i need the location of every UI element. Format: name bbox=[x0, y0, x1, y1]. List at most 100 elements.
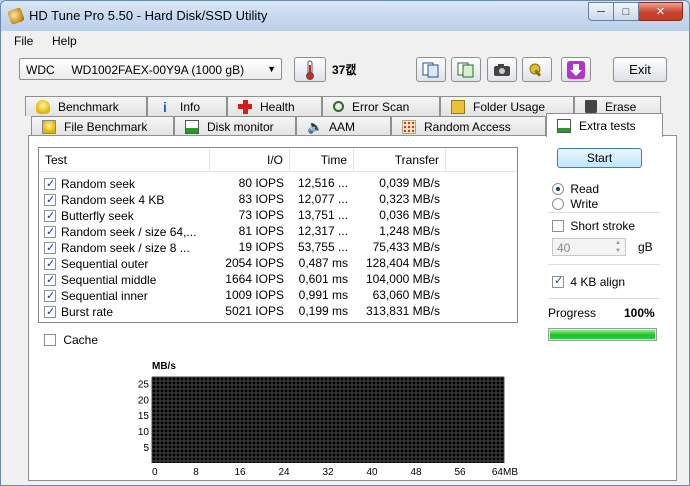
cell-test: Random seek bbox=[39, 175, 210, 191]
row-checkbox[interactable] bbox=[44, 304, 56, 319]
tab-benchmark[interactable]: Benchmark bbox=[25, 96, 147, 116]
spin-up-icon[interactable]: ▲ bbox=[612, 240, 624, 247]
row-checkbox[interactable] bbox=[44, 272, 56, 287]
chart-y-tick-label: 5 bbox=[143, 443, 149, 454]
row-checkbox[interactable] bbox=[44, 240, 56, 255]
cache-label: Cache bbox=[63, 332, 99, 347]
table-row[interactable]: Burst rate 5021 IOPS 0,199 ms 313,831 MB/s bbox=[39, 303, 517, 319]
table-row[interactable]: Sequential outer 2054 IOPS 0,487 ms 128,404… bbox=[39, 255, 517, 271]
tab-error-scan[interactable]: Error Scan bbox=[322, 96, 440, 116]
start-button[interactable]: Start bbox=[557, 148, 642, 168]
maximize-button[interactable]: □ bbox=[614, 2, 639, 21]
lightbulb-icon bbox=[36, 99, 50, 114]
tab-aam[interactable]: 🔈 AAM bbox=[296, 116, 391, 136]
transfer-chart: MB/s 25 20 15 10 5 0 8 16 24 32 40 48 56 64MB bbox=[124, 359, 524, 481]
table-row[interactable]: Sequential middle 1664 IOPS 0,601 ms 104,00… bbox=[39, 271, 517, 287]
temperature-button[interactable] bbox=[294, 57, 326, 82]
cell-test: Random seek / size 64,... bbox=[39, 223, 210, 239]
cell-io: 73 IOPS bbox=[238, 208, 284, 222]
cell-time: 12,516 ... bbox=[297, 176, 348, 190]
short-stroke-size-value: 40 bbox=[557, 241, 571, 255]
column-header-time[interactable]: Time bbox=[290, 148, 354, 172]
test-name: Sequential middle bbox=[61, 272, 157, 287]
column-header-io[interactable]: I/O bbox=[210, 148, 290, 172]
row-checkbox[interactable] bbox=[44, 256, 56, 271]
cell-transfer: 0,323 MB/s bbox=[379, 192, 440, 206]
drive-select-value: WDC WD1002FAEX-00Y9A (1000 gB) bbox=[26, 63, 245, 77]
download-arrow-icon bbox=[567, 60, 585, 79]
read-radio-dot[interactable] bbox=[552, 182, 564, 195]
table-row[interactable]: Random seek / size 64,... 81 IOPS 12,317 .… bbox=[39, 223, 517, 239]
options-button[interactable] bbox=[522, 57, 552, 82]
table-row[interactable]: Random seek / size 8 ... 19 IOPS 53,755 ..… bbox=[39, 239, 517, 255]
tab-health[interactable]: Health bbox=[227, 96, 322, 116]
cell-transfer: 128,404 MB/s bbox=[365, 256, 440, 270]
chart-x-tick-label: 16 bbox=[234, 467, 246, 478]
transfer-chart-svg: MB/s25 20 15 10 5 0 8 16 24 32 40 48 56 64MB bbox=[138, 361, 518, 478]
tab-aam-label: AAM bbox=[329, 119, 356, 134]
dots-grid-icon bbox=[402, 119, 416, 134]
tab-benchmark-label: Benchmark bbox=[58, 99, 119, 114]
tab-extra-tests[interactable]: Extra tests bbox=[546, 113, 663, 137]
chart-x-tick-label: 32 bbox=[322, 467, 334, 478]
drive-select[interactable]: WDC WD1002FAEX-00Y9A (1000 gB) ▼ bbox=[19, 58, 282, 80]
chart-x-tick-label: 0 bbox=[152, 467, 158, 478]
chart-x-tick-label: 64MB bbox=[492, 467, 518, 478]
chevron-down-icon: ▼ bbox=[267, 64, 276, 74]
progress-percent: 100% bbox=[624, 306, 655, 320]
test-name: Butterfly seek bbox=[61, 208, 134, 223]
write-radio-dot[interactable] bbox=[552, 197, 564, 210]
temperature-readout: 37캢 bbox=[332, 63, 357, 77]
tools-icon bbox=[529, 63, 542, 77]
hdtune-app-icon bbox=[7, 7, 25, 25]
lightbulb-page-icon bbox=[42, 119, 56, 134]
cell-io: 1009 IOPS bbox=[225, 288, 284, 302]
row-checkbox[interactable] bbox=[44, 208, 56, 223]
read-radio[interactable]: Read bbox=[552, 181, 599, 196]
align-checkbox[interactable]: 4 KB align bbox=[552, 274, 625, 289]
copy-info-button[interactable] bbox=[416, 57, 446, 82]
write-radio[interactable]: Write bbox=[552, 196, 598, 211]
row-checkbox[interactable] bbox=[44, 224, 56, 239]
table-row[interactable]: Sequential inner 1009 IOPS 0,991 ms 63,060 … bbox=[39, 287, 517, 303]
column-header-transfer[interactable]: Transfer bbox=[354, 148, 446, 172]
row-checkbox[interactable] bbox=[44, 176, 56, 191]
tab-file-benchmark-label: File Benchmark bbox=[64, 119, 148, 134]
cell-transfer: 75,433 MB/s bbox=[372, 240, 440, 254]
test-name: Sequential outer bbox=[61, 256, 149, 271]
table-row[interactable]: Random seek 80 IOPS 12,516 ... 0,039 MB/s bbox=[39, 175, 517, 191]
short-stroke-checkbox-box[interactable] bbox=[552, 219, 564, 232]
test-name: Random seek / size 8 ... bbox=[61, 240, 190, 255]
align-checkbox-box[interactable] bbox=[552, 274, 564, 288]
tab-info-label: Info bbox=[180, 99, 201, 114]
screenshot-button[interactable] bbox=[487, 57, 517, 82]
cell-transfer: 0,039 MB/s bbox=[379, 176, 440, 190]
cell-time: 0,991 ms bbox=[298, 288, 348, 302]
folder-icon bbox=[451, 99, 465, 114]
row-checkbox[interactable] bbox=[44, 192, 56, 207]
cache-checkbox-box[interactable] bbox=[44, 333, 56, 346]
minimize-button[interactable]: ─ bbox=[588, 2, 614, 21]
short-stroke-size-input[interactable]: 40 ▲ ▼ bbox=[552, 238, 626, 256]
close-button[interactable]: ✕ bbox=[639, 2, 683, 21]
table-row[interactable]: Random seek 4 KB 83 IOPS 12,077 ... 0,323 M… bbox=[39, 191, 517, 207]
cell-time: 53,755 ... bbox=[297, 240, 348, 254]
tab-info[interactable]: i Info bbox=[147, 96, 227, 116]
menu-file[interactable]: File bbox=[14, 34, 33, 48]
copy-text-button[interactable] bbox=[451, 57, 481, 82]
window-title: HD Tune Pro 5.50 - Hard Disk/SSD Utility bbox=[29, 8, 268, 23]
table-row[interactable]: Butterfly seek 73 IOPS 13,751 ... 0,036 MB/… bbox=[39, 207, 517, 223]
short-stroke-label: Short stroke bbox=[570, 218, 636, 233]
tab-file-benchmark[interactable]: File Benchmark bbox=[31, 116, 174, 136]
row-checkbox[interactable] bbox=[44, 288, 56, 303]
spin-down-icon[interactable]: ▼ bbox=[612, 248, 624, 255]
tab-disk-monitor[interactable]: Disk monitor bbox=[174, 116, 296, 136]
cache-checkbox[interactable]: Cache bbox=[44, 332, 98, 347]
save-button[interactable] bbox=[561, 57, 591, 82]
progress-label: Progress bbox=[548, 306, 597, 320]
tab-random-access[interactable]: Random Access bbox=[391, 116, 546, 136]
exit-button[interactable]: Exit bbox=[613, 57, 667, 82]
column-header-test[interactable]: Test bbox=[39, 148, 210, 172]
short-stroke-checkbox[interactable]: Short stroke bbox=[552, 218, 635, 233]
menu-help[interactable]: Help bbox=[52, 34, 77, 48]
